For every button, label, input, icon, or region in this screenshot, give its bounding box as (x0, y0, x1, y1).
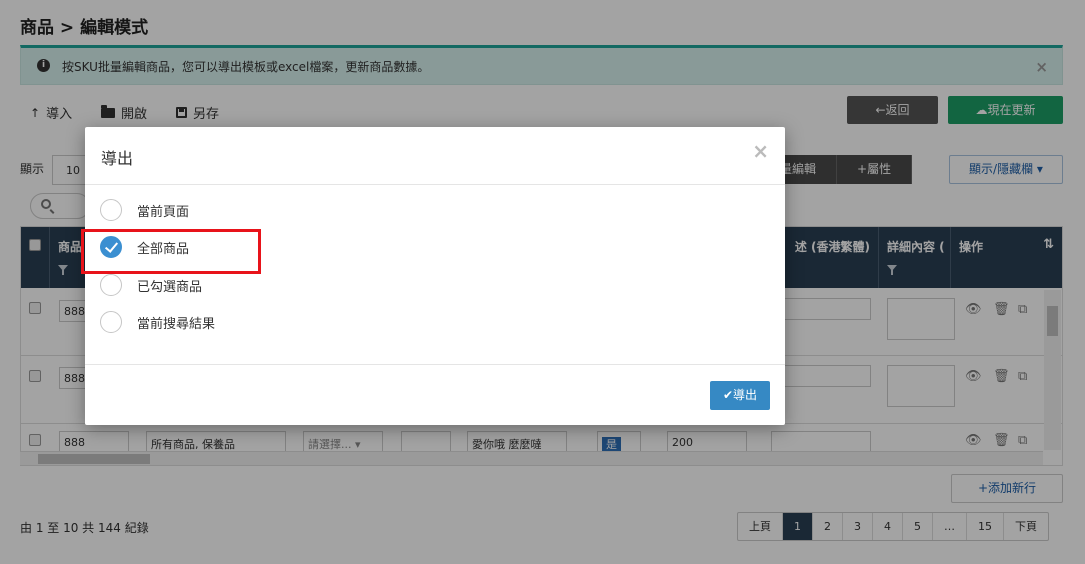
export-option-search-results[interactable]: 當前搜尋結果 (100, 311, 215, 333)
divider (85, 184, 785, 185)
export-option-label: 已勾選商品 (137, 279, 203, 295)
highlight-box (81, 229, 261, 274)
export-option-checked-products[interactable]: 已勾選商品 (100, 274, 202, 296)
check-icon: ✔ (722, 388, 734, 402)
export-option-current-page[interactable]: 當前頁面 (100, 199, 189, 221)
divider (85, 364, 785, 365)
radio-button[interactable] (100, 274, 122, 296)
export-option-label: 當前頁面 (137, 204, 190, 220)
radio-button[interactable] (100, 199, 122, 221)
export-button[interactable]: ✔導出 (710, 381, 770, 410)
close-icon[interactable]: × (752, 141, 769, 161)
radio-button[interactable] (100, 311, 122, 333)
export-dialog-title: 導出 (101, 149, 134, 168)
export-option-label: 當前搜尋結果 (137, 316, 216, 332)
export-button-label: 導出 (733, 388, 758, 402)
export-dialog: 導出 × 當前頁面 全部商品 已勾選商品 當前搜尋結果 ✔導出 (85, 127, 785, 425)
